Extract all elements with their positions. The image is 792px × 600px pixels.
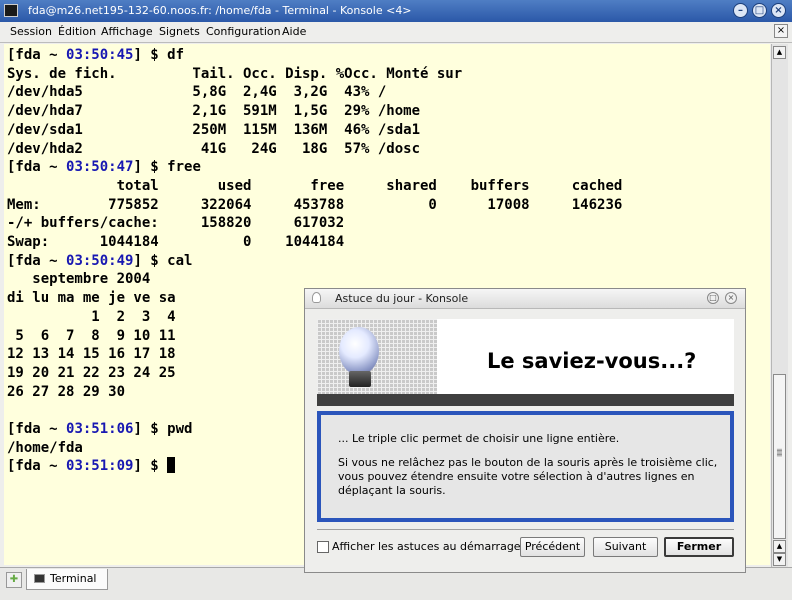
new-session-icon[interactable]: ✚: [6, 572, 22, 588]
terminal-line-text: /dev/hda5 5,8G 2,4G 3,2G 43% /: [7, 84, 387, 101]
banner-pattern: [317, 319, 437, 406]
terminal-line-text: septembre 2004: [7, 271, 151, 288]
tab-label: Terminal: [50, 572, 97, 585]
show-tips-checkbox[interactable]: [317, 541, 329, 553]
menu-edition[interactable]: Édition: [58, 25, 96, 38]
tip-of-the-day-dialog: Astuce du jour - Konsole □ × Le saviez-v…: [304, 288, 746, 573]
terminal-line-text: 5 6 7 8 9 10 11: [7, 327, 176, 344]
terminal-line-text: [fda ~: [7, 252, 67, 269]
prompt-time: 03:51:06: [66, 421, 134, 438]
terminal-line-text: ] $ free: [133, 159, 201, 176]
terminal-line-text: /dev/hda2 41G 24G 18G 57% /dosc: [7, 140, 421, 157]
scroll-up-lower-icon[interactable]: ▲: [773, 540, 786, 553]
terminal-line-text: [fda ~: [7, 458, 67, 475]
close-session-icon[interactable]: ×: [774, 24, 788, 38]
terminal-line-text: /home/fda: [7, 439, 83, 456]
dialog-close-icon[interactable]: ×: [725, 292, 737, 304]
close-button[interactable]: Fermer: [664, 537, 734, 557]
terminal-line-text: Mem: 775852 322064 453788 0 17008 146236: [7, 196, 623, 213]
scrollbar-thumb[interactable]: ≡ ≡: [773, 374, 786, 539]
vertical-scrollbar[interactable]: ▲ ≡ ≡ ▲ ▼: [771, 44, 788, 567]
window-titlebar[interactable]: fda@m26.net195-132-60.noos.fr: /home/fda…: [0, 0, 792, 22]
tip-paragraph-2: Si vous ne relâchez pas le bouton de la …: [338, 456, 718, 497]
prompt-time: 03:50:45: [66, 47, 134, 63]
menu-signets[interactable]: Signets: [159, 25, 200, 38]
close-icon[interactable]: ×: [771, 3, 786, 18]
terminal-line-text: [fda ~: [7, 421, 67, 438]
terminal-line-text: ] $ df: [133, 47, 185, 63]
terminal-line-text: ] $ cal: [133, 252, 193, 269]
show-tips-label[interactable]: Afficher les astuces au démarrage: [332, 540, 521, 553]
lightbulb-image-icon: [339, 327, 379, 375]
next-button[interactable]: Suivant: [593, 537, 658, 557]
scroll-up-icon[interactable]: ▲: [773, 46, 786, 59]
terminal-line-text: Sys. de fich. Tail. Occ. Disp. %Occ. Mon…: [7, 65, 463, 82]
banner-strip: [317, 394, 734, 406]
scroll-down-icon[interactable]: ▼: [773, 553, 786, 566]
lightbulb-icon: [312, 292, 321, 303]
terminal-line-text: total used free shared buffers cached: [7, 177, 623, 194]
tab-terminal[interactable]: Terminal: [26, 569, 108, 590]
window-title: fda@m26.net195-132-60.noos.fr: /home/fda…: [28, 4, 412, 17]
terminal-line-text: -/+ buffers/cache: 158820 617032: [7, 215, 345, 232]
prompt-time: 03:51:09: [66, 458, 134, 475]
prompt-time: 03:50:47: [66, 159, 134, 176]
minimize-icon[interactable]: –: [733, 3, 748, 18]
menu-aide[interactable]: Aide: [282, 25, 306, 38]
tip-text-frame: ... Le triple clic permet de choisir une…: [317, 411, 734, 522]
terminal-icon: [34, 574, 45, 583]
dialog-title: Astuce du jour - Konsole: [335, 292, 469, 305]
terminal-app-icon[interactable]: [4, 4, 18, 17]
terminal-line-text: ] $: [133, 458, 168, 475]
dialog-maximize-icon[interactable]: □: [707, 292, 719, 304]
terminal-line-text: /dev/sda1 250M 115M 136M 46% /sda1: [7, 121, 421, 138]
tip-paragraph-1: ... Le triple clic permet de choisir une…: [338, 432, 620, 445]
tip-banner: Le saviez-vous...?: [317, 319, 734, 406]
text-cursor: [167, 457, 176, 474]
dialog-divider: [317, 529, 734, 530]
menu-session[interactable]: Session: [10, 25, 52, 38]
terminal-line-text: 12 13 14 15 16 17 18: [7, 346, 176, 363]
terminal-line-text: 26 27 28 29 30: [7, 383, 126, 400]
tip-text-area: ... Le triple clic permet de choisir une…: [321, 415, 730, 518]
menu-affichage[interactable]: Affichage: [101, 25, 153, 38]
dialog-titlebar[interactable]: Astuce du jour - Konsole □ ×: [305, 289, 745, 309]
terminal-line-text: di lu ma me je ve sa: [7, 290, 176, 307]
previous-button[interactable]: Précédent: [520, 537, 585, 557]
prompt-time: 03:50:49: [66, 252, 134, 269]
menubar: Session Édition Affichage Signets Config…: [0, 22, 792, 43]
terminal-line-text: [fda ~: [7, 159, 67, 176]
terminal-line-text: /dev/hda7 2,1G 591M 1,5G 29% /home: [7, 103, 421, 120]
tip-headline: Le saviez-vous...?: [487, 349, 697, 373]
terminal-line-text: ] $ pwd: [133, 421, 193, 438]
terminal-line-text: 19 20 21 22 23 24 25: [7, 364, 176, 381]
maximize-icon[interactable]: □: [752, 3, 767, 18]
terminal-line-text: Swap: 1044184 0 1044184: [7, 234, 345, 251]
lightbulb-base-icon: [349, 371, 371, 387]
menu-configuration[interactable]: Configuration: [206, 25, 281, 38]
terminal-line-text: [fda ~: [7, 47, 67, 63]
grip-icon: ≡ ≡: [776, 446, 783, 459]
terminal-line-text: 1 2 3 4: [7, 308, 176, 325]
